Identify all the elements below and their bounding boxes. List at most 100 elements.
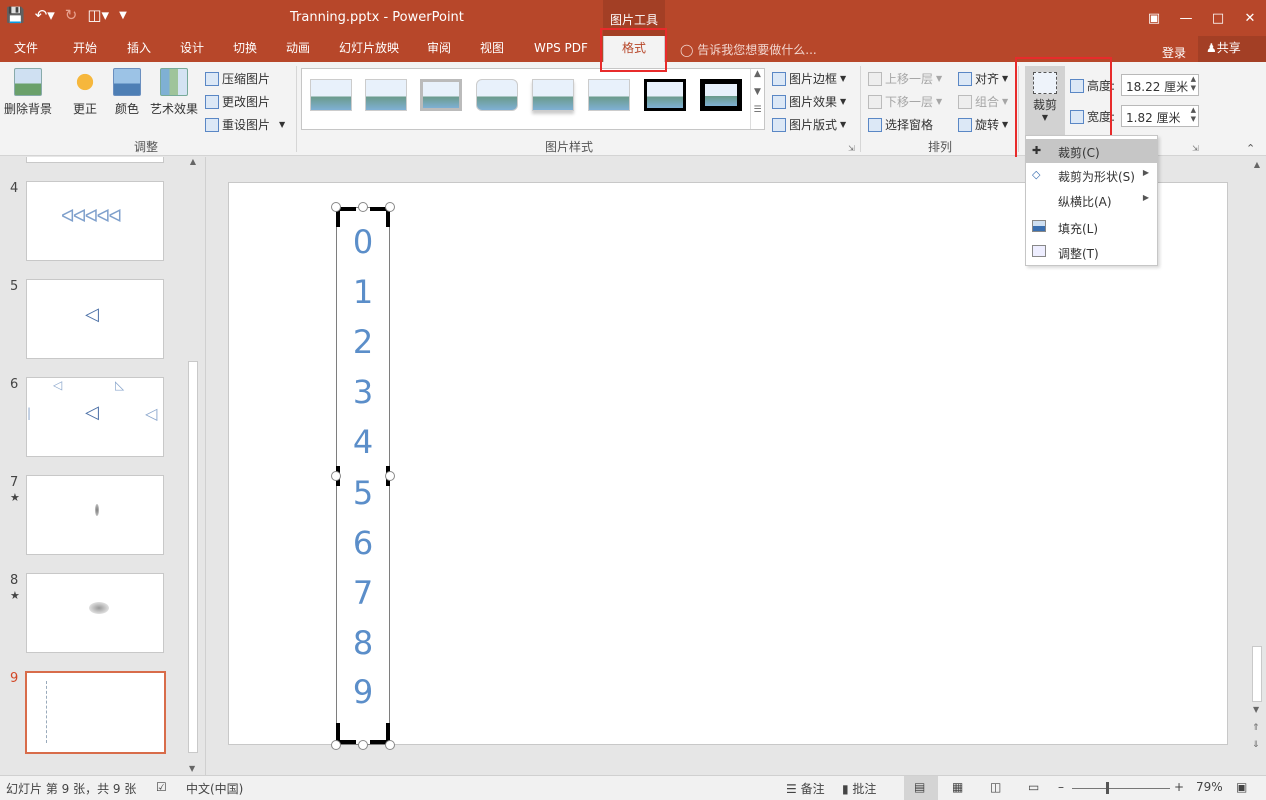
tab-insert[interactable]: 插入: [127, 36, 151, 62]
menu-item-aspect-ratio[interactable]: 纵横比(A) ▶: [1026, 188, 1157, 212]
style-thumb-2[interactable]: [365, 79, 407, 111]
slide-item-active[interactable]: 9: [0, 671, 182, 761]
style-thumb-7[interactable]: [644, 79, 686, 111]
zoom-out-icon[interactable]: –: [1058, 780, 1064, 794]
slide-thumbnail[interactable]: [26, 573, 164, 653]
send-backward-button[interactable]: 下移一层 ▼: [868, 93, 942, 110]
slide-count-status[interactable]: 幻灯片 第 9 张，共 9 张: [6, 780, 136, 797]
slide-thumbnail[interactable]: ᐊᐊᐊᐊᐊ: [26, 181, 164, 261]
thumbnails-scrollbar[interactable]: ▲ ▼: [186, 157, 200, 775]
corrections-button[interactable]: 更正: [70, 68, 100, 117]
language-status[interactable]: 中文(中国): [186, 780, 243, 797]
color-button[interactable]: 颜色: [112, 68, 142, 117]
picture-effects-button[interactable]: 图片效果 ▼: [772, 93, 846, 110]
slide-item[interactable]: 5 ◁: [0, 279, 182, 369]
menu-item-crop-to-shape[interactable]: ◇ 裁剪为形状(S) ▶: [1026, 163, 1157, 187]
resize-handle[interactable]: [331, 471, 341, 481]
slide-item[interactable]: 7 ★: [0, 475, 182, 565]
resize-handle[interactable]: [331, 202, 341, 212]
gallery-down-icon[interactable]: ▼: [754, 87, 761, 97]
slide-thumbnail[interactable]: ◁: [26, 279, 164, 359]
thumbnails-scroll-thumb[interactable]: [188, 361, 198, 753]
style-thumb-6[interactable]: [588, 79, 630, 111]
present-icon[interactable]: ◫▾: [87, 6, 109, 24]
style-thumb-3[interactable]: [420, 79, 462, 111]
style-thumb-5[interactable]: [532, 79, 574, 111]
resize-handle[interactable]: [331, 740, 341, 750]
gallery-up-icon[interactable]: ▲: [754, 69, 761, 79]
maximize-icon[interactable]: □: [1202, 0, 1234, 36]
slide-thumbnail-active[interactable]: [25, 671, 166, 754]
tab-wps-pdf[interactable]: WPS PDF: [534, 36, 588, 62]
slide-thumbnail[interactable]: ◁ ◁ ◺ ◁ |: [26, 377, 164, 457]
undo-icon[interactable]: ↶▾: [35, 6, 55, 24]
zoom-level[interactable]: 79%: [1196, 780, 1223, 794]
group-button[interactable]: 组合 ▼: [958, 93, 1008, 110]
picture-border-button[interactable]: 图片边框 ▼: [772, 70, 846, 87]
slide-thumbnail[interactable]: [26, 475, 164, 555]
size-dialog-launcher-icon[interactable]: ⇲: [1192, 144, 1199, 153]
remove-background-button[interactable]: 删除背景: [4, 68, 52, 117]
resize-handle[interactable]: [385, 471, 395, 481]
scroll-down-icon[interactable]: ▼: [189, 764, 195, 773]
editing-scrollbar[interactable]: ▲ ▼ ⇑ ⇓: [1250, 160, 1264, 772]
comments-button[interactable]: ▮ 批注: [842, 780, 876, 797]
tab-file[interactable]: 文件: [14, 36, 38, 62]
resize-handle[interactable]: [385, 740, 395, 750]
scroll-up-icon[interactable]: ▲: [1250, 160, 1264, 169]
gallery-more-icon[interactable]: ☰: [753, 105, 761, 115]
change-picture-button[interactable]: 更改图片: [205, 93, 270, 110]
picture-layout-button[interactable]: 图片版式 ▼: [772, 116, 846, 133]
rotate-button[interactable]: 旋转 ▼: [958, 116, 1008, 133]
tab-transitions[interactable]: 切换: [233, 36, 257, 62]
redo-icon[interactable]: ↻: [65, 6, 78, 24]
gallery-scroll[interactable]: ▲ ▼ ☰: [750, 69, 764, 129]
compress-pictures-button[interactable]: 压缩图片: [205, 70, 270, 87]
save-icon[interactable]: 💾: [6, 6, 25, 24]
close-icon[interactable]: ✕: [1234, 0, 1266, 36]
editing-scroll-thumb[interactable]: [1252, 646, 1262, 702]
artistic-effects-button[interactable]: 艺术效果: [150, 68, 198, 117]
tab-animations[interactable]: 动画: [286, 36, 310, 62]
bring-forward-button[interactable]: 上移一层 ▼: [868, 70, 942, 87]
slide-item[interactable]: 4 ᐊᐊᐊᐊᐊ: [0, 181, 182, 271]
share-button[interactable]: ♟共享: [1198, 36, 1266, 62]
resize-handle[interactable]: [385, 202, 395, 212]
resize-handle[interactable]: [358, 202, 368, 212]
scroll-up-icon[interactable]: ▲: [186, 157, 200, 166]
menu-item-fill[interactable]: 填充(L): [1026, 215, 1157, 239]
style-thumb-1[interactable]: [310, 79, 352, 111]
selection-pane-button[interactable]: 选择窗格: [868, 116, 933, 133]
minimize-icon[interactable]: —: [1170, 0, 1202, 36]
height-spin-arrows[interactable]: ▲ ▼: [1191, 75, 1196, 93]
notes-button[interactable]: ☰ 备注: [786, 780, 825, 797]
normal-view-button[interactable]: ▤: [904, 776, 938, 800]
width-input[interactable]: 1.82 厘米 ▲ ▼: [1121, 105, 1199, 127]
slide-item[interactable]: 8 ★: [0, 573, 182, 663]
height-input[interactable]: 18.22 厘米 ▲ ▼: [1121, 74, 1199, 96]
tab-view[interactable]: 视图: [480, 36, 504, 62]
tab-home[interactable]: 开始: [73, 36, 97, 62]
tab-design[interactable]: 设计: [180, 36, 204, 62]
slide-3-partial[interactable]: [26, 157, 164, 163]
reading-view-icon[interactable]: ◫: [990, 780, 1001, 794]
zoom-slider-track[interactable]: [1072, 788, 1170, 789]
tab-slideshow[interactable]: 幻灯片放映: [339, 36, 399, 62]
align-button[interactable]: 对齐 ▼: [958, 70, 1008, 87]
slide-item[interactable]: 6 ◁ ◁ ◺ ◁ |: [0, 377, 182, 467]
width-spin-arrows[interactable]: ▲ ▼: [1191, 106, 1196, 124]
customize-icon[interactable]: ▼: [119, 10, 127, 21]
menu-item-crop[interactable]: ✚ 裁剪(C): [1026, 139, 1157, 163]
fit-to-window-icon[interactable]: ▣: [1236, 780, 1247, 794]
zoom-slider-thumb[interactable]: [1106, 782, 1109, 794]
ribbon-display-icon[interactable]: ▣: [1138, 0, 1170, 36]
collapse-ribbon-icon[interactable]: ⌃: [1246, 142, 1255, 155]
dialog-launcher-icon[interactable]: ⇲: [848, 144, 855, 153]
tab-review[interactable]: 审阅: [427, 36, 451, 62]
style-thumb-8[interactable]: [700, 79, 742, 111]
spellcheck-icon[interactable]: ☑: [156, 780, 167, 794]
reset-picture-button[interactable]: 重设图片 ▼: [205, 116, 285, 133]
next-slide-icon[interactable]: ⇓: [1252, 740, 1260, 750]
scroll-down-icon[interactable]: ▼: [1253, 705, 1259, 714]
zoom-in-icon[interactable]: +: [1174, 780, 1184, 794]
